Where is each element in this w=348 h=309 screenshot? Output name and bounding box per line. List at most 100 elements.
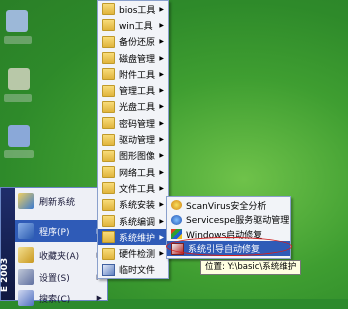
menu-item-bios-tools[interactable]: bios工具 ▶ [98,1,168,17]
folder-icon [102,100,115,113]
desktop-icon-label [4,94,32,102]
menu-item-system-maintenance[interactable]: 系统维护 ▶ [98,229,168,246]
menu-item-label: 附件工具 [119,70,156,81]
submenu-arrow-icon: ▶ [159,184,164,192]
menu-item-admin-tools[interactable]: 管理工具 ▶ [98,82,168,98]
folder-icon [102,52,115,65]
submenu-arrow-icon: ▶ [159,21,164,29]
menu-item-system-install[interactable]: 系统安装 ▶ [98,197,168,213]
menu-item-label: 密码管理 [119,119,156,130]
settings-icon [18,269,34,285]
folder-icon [102,182,115,195]
folder-icon [102,35,115,48]
submenu-arrow-icon: ▶ [96,294,102,302]
submenu-arrow-icon: ▶ [159,87,164,95]
submenu-arrow-icon: ▶ [159,136,164,144]
refresh-icon [18,193,34,209]
submenu-arrow-icon: ▶ [159,119,164,127]
submenu-arrow-icon: ▶ [159,54,164,62]
temp-files-icon [102,263,115,276]
highlight-annotation [166,237,292,256]
start-menu-sidebar: E 2003 [0,188,15,300]
folder-icon [102,84,115,97]
search-icon [18,290,34,306]
desktop-icon-label [4,36,32,44]
menu-item-network-tools[interactable]: 网络工具 ▶ [98,164,168,180]
start-item-label: 程序(P) [39,227,70,238]
folder-icon [102,19,115,32]
submenu-arrow-icon: ▶ [159,38,164,46]
folder-icon [102,117,115,130]
start-item-label: 设置(S) [39,273,70,284]
folder-icon [102,133,115,146]
menu-item-win-tools[interactable]: win工具 ▶ [98,17,168,33]
menu-item-accessories[interactable]: 附件工具 ▶ [98,66,168,82]
sidebar-brand-text: E 2003 [0,257,11,293]
menu-item-label: 临时文件 [119,266,156,277]
menu-item-servicespe[interactable]: Servicespe服务驱动管理 [167,212,290,227]
start-item-label: 刷新系统 [39,197,76,208]
menu-item-label: 系统维护 [119,233,156,244]
folder-icon [102,149,115,162]
servicespe-icon [171,214,182,225]
folder-icon [102,166,115,179]
submenu-arrow-icon: ▶ [159,152,164,160]
menu-item-label: 硬件检测 [119,250,156,261]
start-item-favorites[interactable]: 收藏夹(A) ▶ [15,244,106,266]
menu-item-password-management[interactable]: 密码管理 ▶ [98,115,168,131]
menu-item-label: 管理工具 [119,87,156,98]
menu-item-label: ScanVirus安全分析 [186,201,267,212]
menu-item-label: Servicespe服务驱动管理 [186,216,290,226]
folder-icon [102,231,115,244]
start-menu: E 2003 刷新系统 程序(P) ▶ 收藏夹(A) ▶ 设置(S) ▶ 搜索(… [0,187,108,306]
submenu-arrow-icon: ▶ [159,250,164,258]
start-item-label: 搜索(C) [39,294,71,305]
desktop-icon[interactable] [8,125,30,147]
menu-item-label: 光盘工具 [119,103,156,114]
desktop-icon-label [4,150,34,158]
menu-item-label: 网络工具 [119,168,156,179]
submenu-arrow-icon: ▶ [159,217,164,225]
menu-item-file-tools[interactable]: 文件工具 ▶ [98,180,168,196]
menu-item-label: 驱动管理 [119,136,156,147]
start-item-label: 收藏夹(A) [39,251,80,262]
submenu-arrow-icon: ▶ [159,103,164,111]
menu-item-label: 备份还原 [119,38,156,49]
menu-item-system-tweak[interactable]: 系统编调 ▶ [98,213,168,229]
menu-item-label: 系统编调 [119,217,156,228]
menu-item-graphics[interactable]: 图形图像 ▶ [98,148,168,164]
menu-item-optical-tools[interactable]: 光盘工具 ▶ [98,99,168,115]
menu-item-scanvirus[interactable]: ScanVirus安全分析 [167,198,290,212]
folder-icon [102,198,115,211]
start-item-programs[interactable]: 程序(P) ▶ [15,220,106,242]
folder-icon [102,215,115,227]
desktop-icon[interactable] [6,10,28,32]
windows-boot-icon [171,229,182,239]
submenu-arrow-icon: ▶ [159,201,164,209]
menu-item-hardware-test[interactable]: 硬件检测 ▶ [98,245,168,261]
location-tooltip: 位置: Y:\basic\系统维护 [200,260,302,275]
start-item-refresh[interactable]: 刷新系统 [15,190,106,212]
menu-item-driver-management[interactable]: 驱动管理 ▶ [98,131,168,147]
submenu-arrow-icon: ▶ [159,5,164,13]
programs-menu: bios工具 ▶ win工具 ▶ 备份还原 ▶ 磁盘管理 ▶ 附件工具 ▶ 管理工具 ▶ 光… [97,0,169,279]
menu-item-label: 系统安装 [119,201,156,212]
submenu-arrow-icon: ▶ [159,168,164,176]
scanvirus-icon [171,200,182,210]
folder-icon [102,3,115,16]
submenu-arrow-icon: ▶ [159,70,164,78]
menu-item-label: 文件工具 [119,184,156,195]
menu-item-disk-management[interactable]: 磁盘管理 ▶ [98,50,168,66]
favorites-icon [18,247,34,263]
folder-icon [102,247,115,260]
menu-item-backup-restore[interactable]: 备份还原 ▶ [98,34,168,50]
menu-item-label: win工具 [119,21,153,32]
start-item-search[interactable]: 搜索(C) ▶ [15,287,106,309]
start-item-settings[interactable]: 设置(S) ▶ [15,266,106,288]
submenu-arrow-icon: ▶ [159,233,164,241]
menu-item-label: bios工具 [119,5,156,16]
programs-icon [18,223,34,239]
desktop-icon[interactable] [8,68,30,90]
menu-item-temp-files[interactable]: 临时文件 [98,262,168,278]
folder-icon [102,68,115,81]
